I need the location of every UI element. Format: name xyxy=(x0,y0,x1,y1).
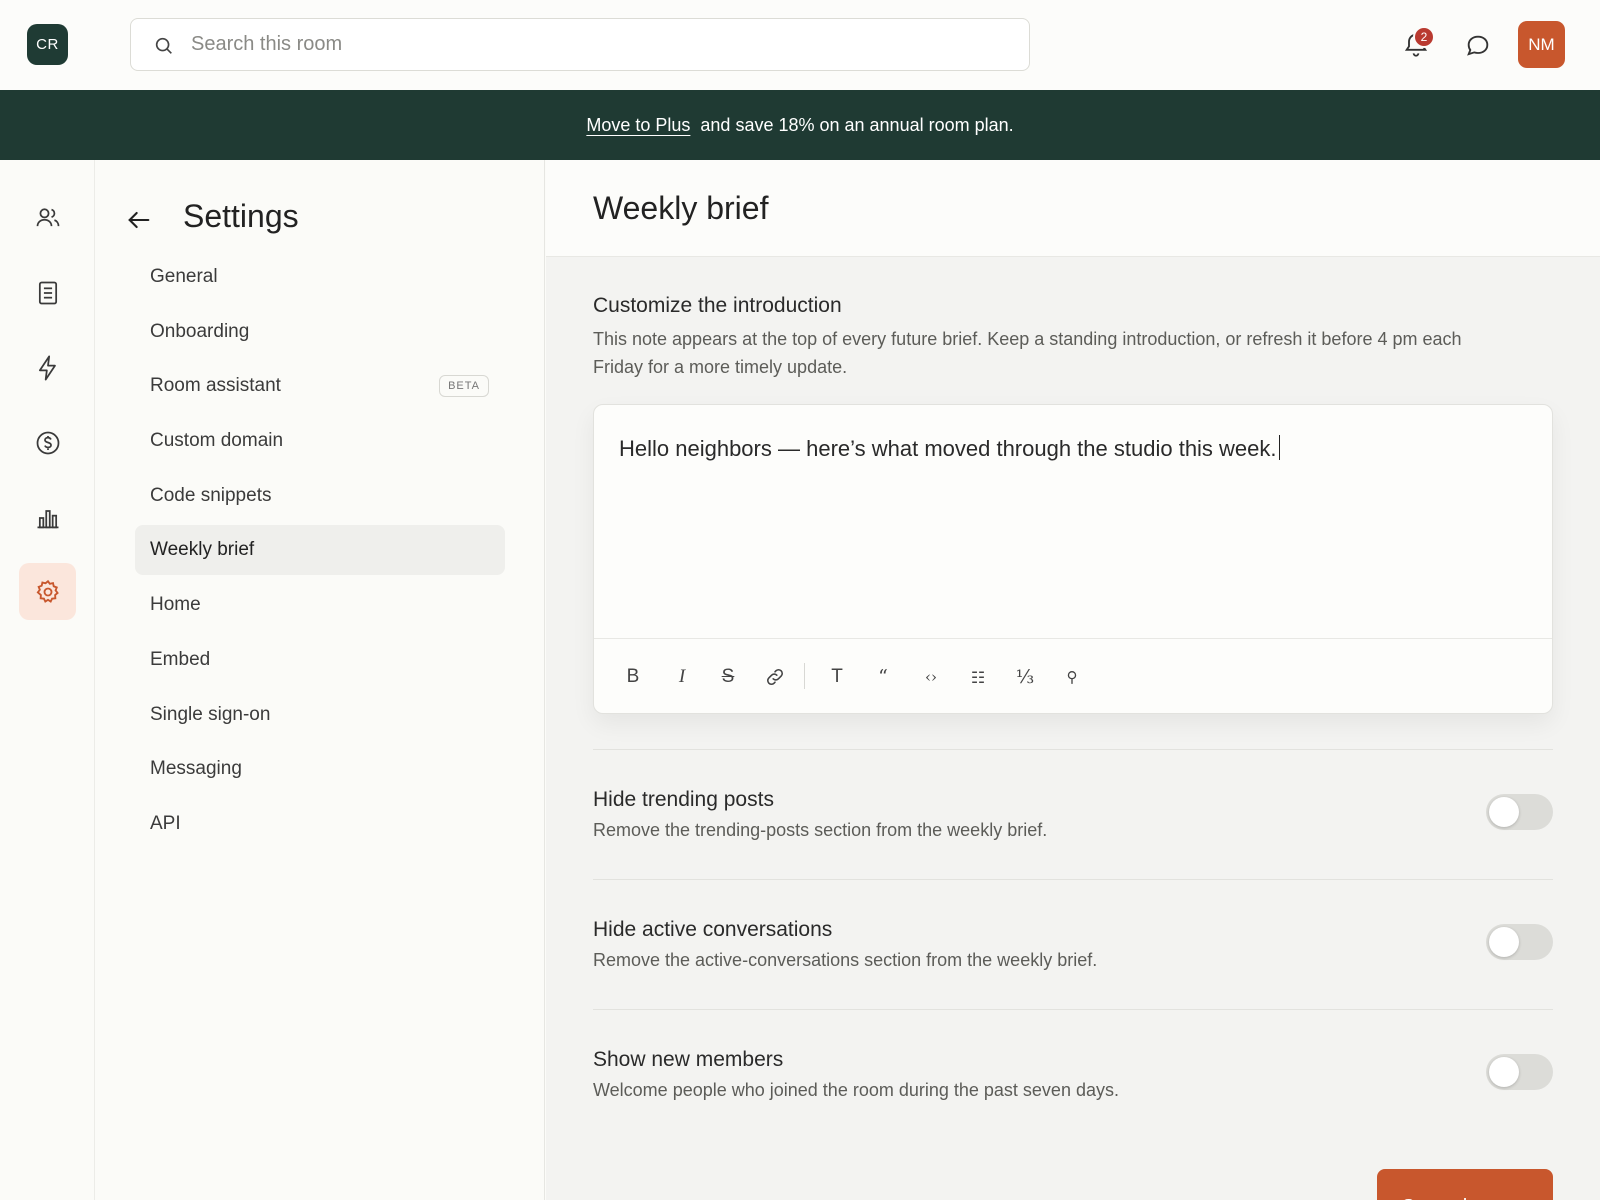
analytics-icon xyxy=(37,509,58,528)
search-icon xyxy=(155,37,172,54)
settings-nav-list: General Onboarding Room assistant BETA C… xyxy=(135,252,505,854)
link-button[interactable] xyxy=(761,663,789,691)
show-new-members-toggle[interactable] xyxy=(1486,1054,1553,1090)
nav-item-messaging[interactable]: Messaging xyxy=(135,744,505,794)
members-icon xyxy=(36,207,59,226)
intro-section-label: Customize the introduction xyxy=(593,294,842,317)
editor-toolbar: B I S T “ ‹› ☷ ⅓ ⚲ xyxy=(594,638,1552,713)
option-title: Hide active conversations xyxy=(593,918,833,941)
nav-item-label: Onboarding xyxy=(150,320,250,342)
nav-item-api[interactable]: API xyxy=(135,799,505,849)
save-changes-button[interactable]: Save changes xyxy=(1377,1169,1553,1200)
key-button[interactable]: ⚲ xyxy=(1058,663,1086,691)
chat-icon[interactable] xyxy=(1464,32,1492,60)
nav-item-room-assistant[interactable]: Room assistant BETA xyxy=(135,361,505,411)
text-caret xyxy=(1278,435,1281,460)
nav-item-single-sign-on[interactable]: Single sign-on xyxy=(135,690,505,740)
settings-gear-icon xyxy=(36,579,59,603)
intro-section-description: This note appears at the top of every fu… xyxy=(593,329,1462,377)
search-input[interactable] xyxy=(191,19,1011,70)
nav-item-label: General xyxy=(150,266,218,287)
intro-editor[interactable]: Hello neighbors — here’s what moved thro… xyxy=(593,404,1553,714)
top-bar: CR 2 NM xyxy=(0,0,1600,90)
dollar-icon xyxy=(36,431,59,454)
nav-item-weekly-brief[interactable]: Weekly brief xyxy=(135,525,505,576)
user-avatar[interactable]: NM xyxy=(1518,21,1565,68)
nav-item-embed[interactable]: Embed xyxy=(135,635,505,685)
list-button[interactable]: ☷ xyxy=(964,663,992,691)
quote-button[interactable]: “ xyxy=(869,663,897,691)
rail-activity[interactable] xyxy=(19,339,76,396)
fraction-button[interactable]: ⅓ xyxy=(1011,663,1039,691)
section-divider xyxy=(593,749,1553,750)
option-description: Remove the active-conversations section … xyxy=(593,950,1098,970)
nav-item-label: Code snippets xyxy=(150,484,272,506)
nav-item-label: Embed xyxy=(150,648,211,670)
nav-item-label: Custom domain xyxy=(150,430,284,452)
nav-item-label: Weekly brief xyxy=(150,539,255,561)
settings-nav: Settings General Onboarding Room assista… xyxy=(95,160,545,1200)
option-description: Remove the trending-posts section from t… xyxy=(593,820,1048,840)
nav-item-label: Single sign-on xyxy=(150,703,271,725)
nav-item-onboarding[interactable]: Onboarding xyxy=(135,307,505,357)
rail-members[interactable] xyxy=(19,189,76,246)
nav-item-label: Room assistant xyxy=(150,375,281,397)
rail-settings[interactable] xyxy=(19,563,76,620)
option-title: Show new members xyxy=(593,1048,784,1071)
upgrade-banner: Move to Plus and save 18% on an annual r… xyxy=(0,90,1600,160)
document-icon xyxy=(38,281,57,304)
hide-active-conversations-toggle[interactable] xyxy=(1486,924,1553,960)
settings-title: Settings xyxy=(183,198,299,234)
main-content: Weekly brief Customize the introduction … xyxy=(546,160,1600,1200)
section-divider xyxy=(593,879,1553,880)
toggle-knob xyxy=(1489,927,1519,957)
editor-text: Hello neighbors — here’s what moved thro… xyxy=(619,436,1277,461)
toggle-knob xyxy=(1489,1057,1519,1087)
toolbar-divider xyxy=(804,663,805,689)
toggle-knob xyxy=(1489,797,1519,827)
hide-trending-posts-toggle[interactable] xyxy=(1486,794,1553,830)
room-logo[interactable]: CR xyxy=(27,24,68,65)
section-divider xyxy=(593,1009,1553,1010)
nav-item-label: Messaging xyxy=(150,758,242,780)
rail-analytics[interactable] xyxy=(19,489,76,546)
move-to-plus-link[interactable]: Move to Plus xyxy=(586,115,690,136)
nav-item-custom-domain[interactable]: Custom domain xyxy=(135,416,505,466)
rail-billing[interactable] xyxy=(19,414,76,471)
lightning-icon xyxy=(38,354,56,381)
strikethrough-button[interactable]: S xyxy=(714,663,742,691)
nav-item-general[interactable]: General xyxy=(135,252,505,302)
page-title: Weekly brief xyxy=(593,190,769,226)
rail-posts[interactable] xyxy=(19,264,76,321)
text-style-button[interactable]: T xyxy=(823,663,851,691)
banner-text: and save 18% on an annual room plan. xyxy=(700,114,1014,135)
page-header: Weekly brief xyxy=(546,160,1600,257)
back-arrow-icon[interactable] xyxy=(125,206,153,234)
nav-item-code-snippets[interactable]: Code snippets xyxy=(135,471,505,521)
icon-rail xyxy=(0,160,95,1200)
italic-button[interactable]: I xyxy=(668,663,696,691)
beta-badge: BETA xyxy=(439,375,489,398)
nav-item-label: Home xyxy=(150,594,201,616)
option-description: Welcome people who joined the room durin… xyxy=(593,1080,1119,1100)
nav-item-home[interactable]: Home xyxy=(135,580,505,630)
editor-content[interactable]: Hello neighbors — here’s what moved thro… xyxy=(619,435,1281,462)
code-button[interactable]: ‹› xyxy=(917,663,945,691)
search-box[interactable] xyxy=(130,18,1030,71)
nav-item-label: API xyxy=(150,812,181,834)
option-title: Hide trending posts xyxy=(593,788,774,811)
link-icon xyxy=(767,669,783,685)
bold-button[interactable]: B xyxy=(619,663,647,691)
notification-badge: 2 xyxy=(1413,26,1435,48)
